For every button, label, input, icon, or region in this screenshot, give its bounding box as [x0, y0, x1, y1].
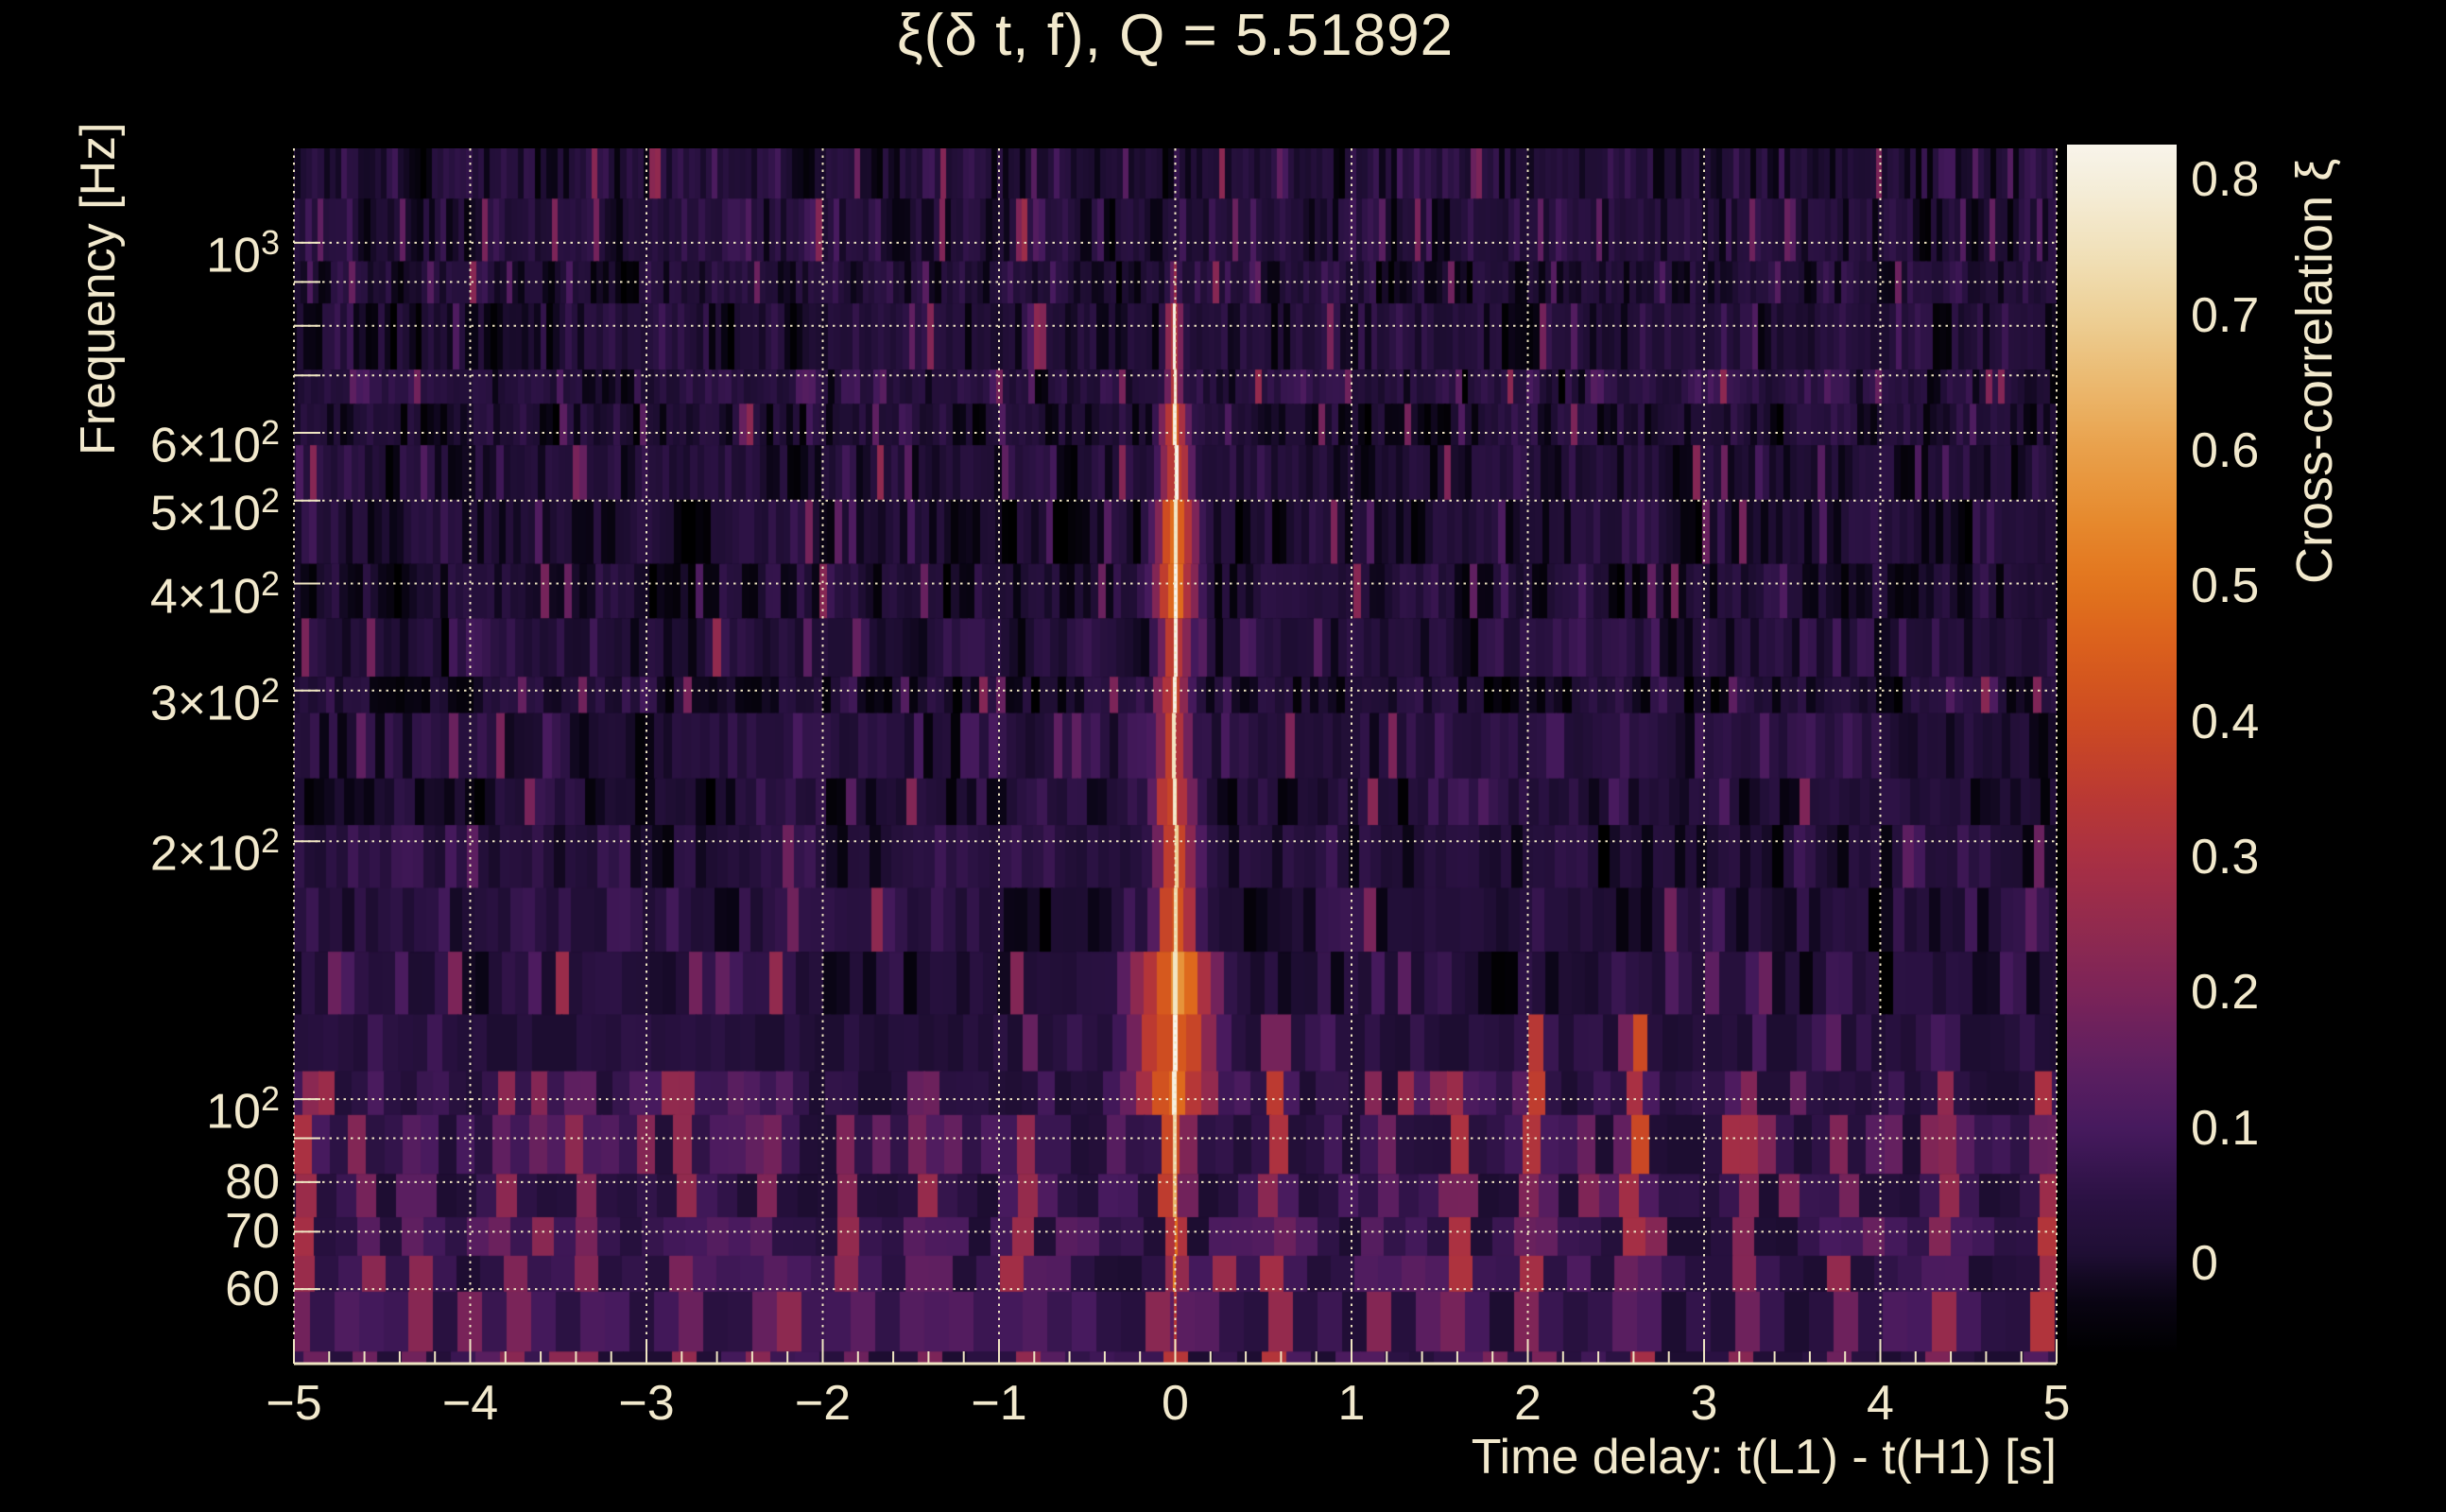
x-tick-label: 4 [1867, 1376, 1894, 1431]
x-tick-label: −1 [971, 1376, 1027, 1431]
x-tick-label: 2 [1514, 1376, 1542, 1431]
y-tick-label: 102 [206, 1079, 280, 1140]
x-tick-label: 3 [1690, 1376, 1718, 1431]
x-tick-label: −3 [618, 1376, 675, 1431]
colorbar-tick-label: 0 [2191, 1235, 2218, 1291]
colorbar-tick-label: 0.2 [2191, 965, 2260, 1021]
x-tick-label: −4 [441, 1376, 499, 1431]
colorbar-tick-label: 0.3 [2191, 829, 2260, 885]
x-tick-label: −2 [794, 1376, 852, 1431]
y-tick-label: 5×102 [149, 480, 280, 541]
x-tick-label: −5 [266, 1376, 322, 1431]
colorbar-gradient [2067, 145, 2177, 1354]
y-tick-label: 4×102 [149, 563, 280, 624]
cross-correlation-qscan-figure: ξ(δ t, f), Q = 5.51892 Frequency [Hz] 10… [0, 0, 2446, 1512]
x-axis-title: Time delay: t(L1) - t(H1) [s] [1471, 1430, 2057, 1485]
y-tick-label: 2×102 [149, 821, 280, 882]
x-tick-label: 0 [1162, 1376, 1189, 1431]
x-tick-label: 1 [1337, 1376, 1366, 1431]
colorbar-tick-label: 0.4 [2191, 694, 2260, 749]
y-tick-label: 6×102 [149, 412, 280, 473]
x-tick-label: 5 [2042, 1376, 2071, 1431]
colorbar-tick-label: 0.1 [2191, 1100, 2260, 1156]
y-tick-label: 103 [206, 222, 280, 284]
y-tick-label: 3×102 [149, 670, 280, 731]
y-tick-label: 60 [225, 1262, 280, 1317]
y-tick-label: 70 [225, 1204, 280, 1260]
colorbar-title: Cross-correlation ξ [2286, 158, 2343, 584]
